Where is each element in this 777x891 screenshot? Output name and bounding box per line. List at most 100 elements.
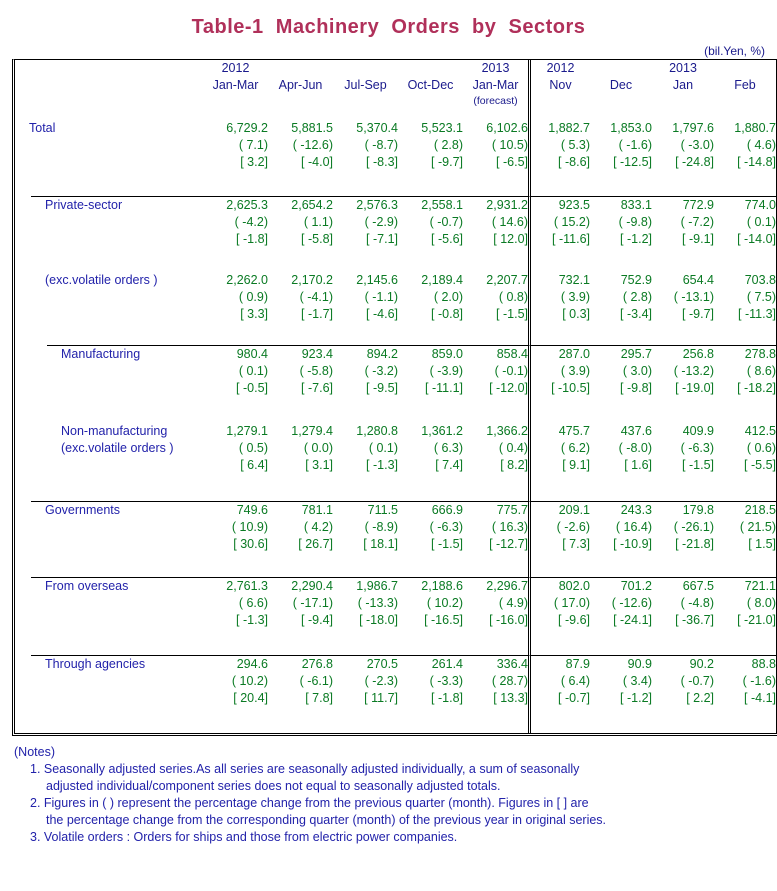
header-note (398, 94, 463, 108)
cell-non-manufacturing-nov: 475.7 ( 6.2) [ 9.1] (528, 423, 590, 501)
value-yoy: [ -1.3] (236, 613, 268, 627)
value-level: 218.5 (744, 503, 776, 517)
value-yoy: [ 2.2] (686, 691, 714, 705)
value-qoq: ( -17.1) (292, 596, 333, 610)
value-qoq: ( 6.4) (560, 674, 590, 688)
cell-governments-nov: 209.1 ( -2.6) [ 7.3] (528, 501, 590, 577)
cell-non-manufacturing-feb: 412.5 ( 0.6) [ -5.5] (714, 423, 776, 501)
value-yoy: [ -8.3] (366, 155, 398, 169)
header-col-feb: Feb (714, 60, 776, 120)
cell-through-agencies-jul-sep: 270.5 ( -2.3) [ 11.7] (333, 655, 398, 733)
value-level: 90.2 (689, 657, 714, 671)
value-yoy: [ -9.5] (366, 381, 398, 395)
value-qoq: ( 8.6) (746, 364, 776, 378)
cell-total-feb: 1,880.7 ( 4.6) [ -14.8] (714, 120, 776, 196)
cell-manufacturing-jul-sep: 894.2 ( -3.2) [ -9.5] (333, 345, 398, 423)
cell-through-agencies-dec: 90.9 ( 3.4) [ -1.2] (590, 655, 652, 733)
value-qoq: ( -13.1) (673, 290, 714, 304)
value-yoy: [ -1.5] (496, 307, 528, 321)
value-qoq: ( -4.8) (680, 596, 714, 610)
value-yoy: [ -1.2] (620, 232, 652, 246)
value-level: 772.9 (682, 198, 714, 212)
value-yoy: [ -11.3] (738, 307, 776, 321)
value-qoq: ( -8.7) (364, 138, 398, 152)
cell-from-overseas-2012-jan-mar: 2,761.3 ( 6.6) [ -1.3] (203, 577, 268, 655)
value-yoy: [ -4.1] (744, 691, 776, 705)
value-level: 1,880.7 (734, 121, 776, 135)
machinery-orders-table: 2012 Jan-Mar Apr-Jun Jul-Sep Oct-Dec 201… (12, 59, 777, 736)
cell-manufacturing-2013-jan-mar: 858.4 ( -0.1) [ -12.0] (463, 345, 528, 423)
cell-total-jan: 1,797.6 ( -3.0) [ -24.8] (652, 120, 714, 196)
value-level: 1,361.2 (421, 424, 463, 438)
header-note (714, 94, 776, 108)
value-qoq: ( 0.5) (238, 441, 268, 455)
value-level: 1,279.4 (291, 424, 333, 438)
value-yoy: [ -19.0] (675, 381, 714, 395)
value-qoq: ( -3.3) (429, 674, 463, 688)
cell-exc-volatile-2013-jan-mar: 2,207.7 ( 0.8) [ -1.5] (463, 272, 528, 345)
value-qoq: ( 10.5) (491, 138, 528, 152)
value-level: 774.0 (744, 198, 776, 212)
value-yoy: [ 3.1] (305, 458, 333, 472)
cell-non-manufacturing-oct-dec: 1,361.2 ( 6.3) [ 7.4] (398, 423, 463, 501)
header-year: 2013 (669, 61, 697, 75)
value-qoq: ( -4.2) (234, 215, 268, 229)
header-col-2013-jan: 2013 Jan (652, 60, 714, 120)
value-level: 243.3 (620, 503, 652, 517)
cell-exc-volatile-apr-jun: 2,170.2 ( -4.1) [ -1.7] (268, 272, 333, 345)
value-level: 703.8 (744, 273, 776, 287)
cell-private-sector-jan: 772.9 ( -7.2) [ -9.1] (652, 196, 714, 272)
value-yoy: [ 6.4] (240, 458, 268, 472)
value-yoy: [ -12.0] (489, 381, 528, 395)
value-level: 2,188.6 (421, 579, 463, 593)
value-yoy: [ -24.1] (613, 613, 652, 627)
value-level: 2,296.7 (486, 579, 528, 593)
cell-manufacturing-oct-dec: 859.0 ( -3.9) [ -11.1] (398, 345, 463, 423)
cell-governments-oct-dec: 666.9 ( -6.3) [ -1.5] (398, 501, 463, 577)
value-level: 412.5 (744, 424, 776, 438)
value-level: 270.5 (366, 657, 398, 671)
cell-non-manufacturing-jan: 409.9 ( -6.3) [ -1.5] (652, 423, 714, 501)
cell-total-2012-jan-mar: 6,729.2 ( 7.1) [ 3.2] (203, 120, 268, 196)
cell-manufacturing-apr-jun: 923.4 ( -5.8) [ -7.6] (268, 345, 333, 423)
value-qoq: ( 6.3) (433, 441, 463, 455)
value-qoq: ( 6.6) (238, 596, 268, 610)
value-qoq: ( 10.2) (426, 596, 463, 610)
value-qoq: ( -1.6) (742, 674, 776, 688)
value-qoq: ( 7.5) (746, 290, 776, 304)
header-row: 2012 Jan-Mar Apr-Jun Jul-Sep Oct-Dec 201… (15, 60, 776, 120)
value-yoy: [ -9.8] (620, 381, 652, 395)
header-col-oct-dec: Oct-Dec (398, 60, 463, 120)
value-qoq: ( -26.1) (673, 520, 714, 534)
cell-total-jul-sep: 5,370.4 ( -8.7) [ -8.3] (333, 120, 398, 196)
row-label-total: Total (29, 121, 56, 135)
value-yoy: [ -1.3] (366, 458, 398, 472)
value-yoy: [ -1.5] (431, 537, 463, 551)
header-period: Feb (734, 78, 756, 92)
header-period: Jan-Mar (212, 78, 259, 92)
value-yoy: [ 12.0] (493, 232, 528, 246)
cell-exc-volatile-jul-sep: 2,145.6 ( -1.1) [ -4.6] (333, 272, 398, 345)
value-level: 5,881.5 (291, 121, 333, 135)
cell-from-overseas-dec: 701.2 ( -12.6) [ -24.1] (590, 577, 652, 655)
value-qoq: ( -12.6) (292, 138, 333, 152)
value-level: 209.1 (558, 503, 590, 517)
cell-from-overseas-feb: 721.1 ( 8.0) [ -21.0] (714, 577, 776, 655)
header-year (590, 60, 652, 76)
value-level: 666.9 (431, 503, 463, 517)
value-level: 278.8 (744, 347, 776, 361)
header-period: Jul-Sep (344, 78, 387, 92)
value-qoq: ( 14.6) (491, 215, 528, 229)
value-qoq: ( 5.3) (560, 138, 590, 152)
value-level: 701.2 (620, 579, 652, 593)
value-yoy: [ -1.8] (236, 232, 268, 246)
value-level: 833.1 (620, 198, 652, 212)
cell-private-sector-apr-jun: 2,654.2 ( 1.1) [ -5.8] (268, 196, 333, 272)
value-level: 2,576.3 (356, 198, 398, 212)
row-label-non-manufacturing: Non-manufacturing (exc.volatile orders ) (47, 423, 203, 501)
table-row-non-manufacturing: Non-manufacturing (exc.volatile orders )… (15, 423, 776, 501)
value-qoq: ( -9.8) (618, 215, 652, 229)
note-item-1-line1: 1. Seasonally adjusted series.As all ser… (30, 762, 580, 776)
table-row-total: Total 6,729.2 ( 7.1) [ 3.2] 5,881.5 ( -1… (15, 120, 776, 196)
row-label-governments: Governments (31, 501, 203, 577)
